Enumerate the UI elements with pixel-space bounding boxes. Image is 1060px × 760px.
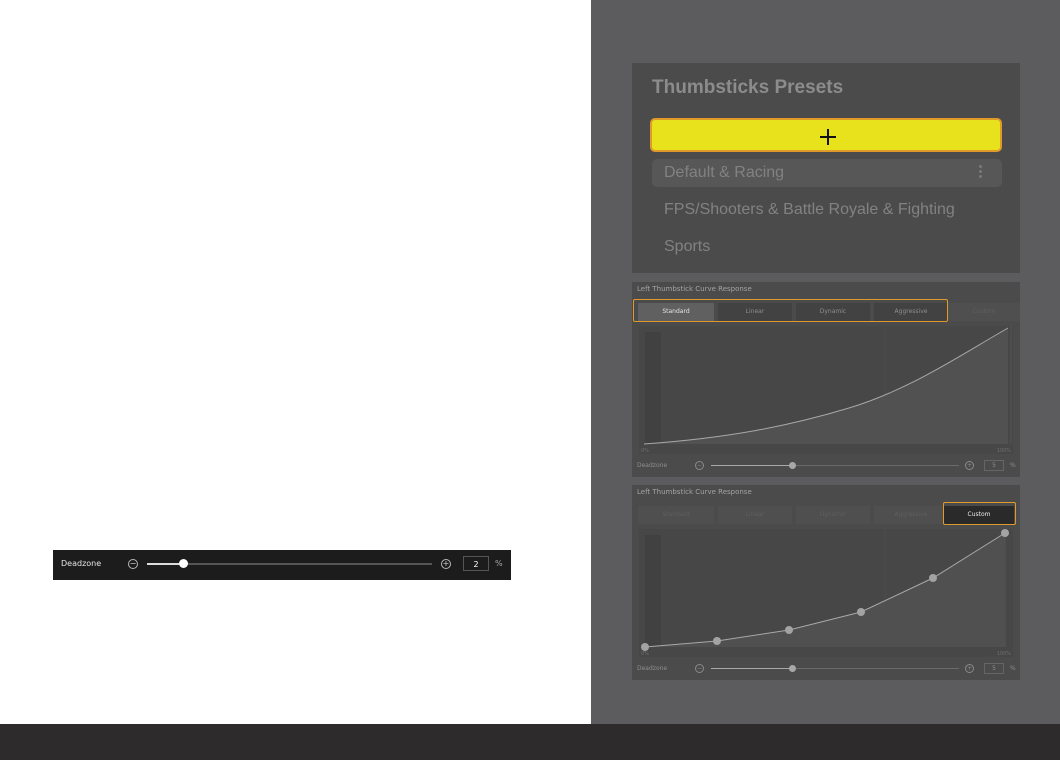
footer-bar xyxy=(0,724,1060,760)
deadzone-label: Deadzone xyxy=(637,462,668,469)
curve-title: Left Thumbstick Curve Response xyxy=(637,285,752,293)
curve-title: Left Thumbstick Curve Response xyxy=(637,488,752,496)
deadzone-slider-handle[interactable] xyxy=(788,462,796,469)
more-options-icon[interactable] xyxy=(979,165,982,180)
deadzone-slider[interactable] xyxy=(711,462,959,469)
minus-circle-icon[interactable]: − xyxy=(695,461,704,470)
preset-label: Default & Racing xyxy=(664,164,785,181)
curve-response-card-standard: Left Thumbstick Curve Response Standard … xyxy=(632,282,1020,477)
curve-control-point xyxy=(1001,529,1009,537)
curve-response-card-custom: Left Thumbstick Curve Response Standard … xyxy=(632,485,1020,680)
deadzone-unit: % xyxy=(1010,665,1016,672)
deadzone-slider-handle[interactable] xyxy=(788,665,796,672)
curve-control-point xyxy=(785,626,793,634)
preset-item-default-racing[interactable]: Default & Racing xyxy=(652,159,1002,187)
preset-label: FPS/Shooters & Battle Royale & Fighting xyxy=(664,201,955,218)
deadzone-row: Deadzone − + 5 % xyxy=(632,457,1020,473)
deadzone-value-input[interactable]: 2 xyxy=(463,556,489,571)
curve-control-point xyxy=(641,643,649,651)
minus-circle-icon[interactable]: − xyxy=(128,559,138,569)
tab-custom[interactable]: Custom xyxy=(944,506,1014,524)
tab-linear[interactable]: Linear xyxy=(718,303,792,321)
tab-standard[interactable]: Standard xyxy=(638,303,714,321)
tab-custom[interactable]: Custom xyxy=(948,303,1020,321)
x-min-label: 0% xyxy=(641,651,649,657)
deadzone-label: Deadzone xyxy=(61,559,102,568)
deadzone-unit: % xyxy=(1010,462,1016,469)
curve-preset-tabs: Standard Linear Dynamic Aggressive Custo… xyxy=(638,506,1015,524)
deadzone-unit: % xyxy=(495,559,503,568)
deadzone-slider-fill xyxy=(711,668,793,669)
deadzone-slider[interactable] xyxy=(711,665,959,672)
plus-circle-icon[interactable]: + xyxy=(965,664,974,673)
tab-standard[interactable]: Standard xyxy=(638,506,714,524)
plus-circle-icon[interactable]: + xyxy=(965,461,974,470)
deadzone-slider-fill xyxy=(711,465,793,466)
deadzone-label: Deadzone xyxy=(637,665,668,672)
deadzone-value-input[interactable]: 5 xyxy=(984,460,1004,471)
deadzone-row: Deadzone − + 5 % xyxy=(632,660,1020,676)
curve-plot[interactable]: 0% 100% xyxy=(639,326,1013,454)
x-max-label: 100% xyxy=(997,651,1012,657)
tab-aggressive[interactable]: Aggressive xyxy=(874,303,948,321)
deadzone-slider[interactable] xyxy=(147,559,432,568)
curve-preset-tabs: Standard Linear Dynamic Aggressive Custo… xyxy=(638,303,1020,321)
deadzone-slider-widget: Deadzone − + 2 % xyxy=(53,550,511,580)
curve-control-point xyxy=(857,608,865,616)
curve-control-point xyxy=(713,637,721,645)
presets-title: Thumbsticks Presets xyxy=(652,77,844,98)
curve-plot[interactable]: 0% 100% xyxy=(639,529,1013,657)
tab-dynamic[interactable]: Dynamic xyxy=(796,303,870,321)
add-preset-button[interactable] xyxy=(650,118,1002,152)
x-max-label: 100% xyxy=(997,448,1012,454)
tab-dynamic[interactable]: Dynamic xyxy=(796,506,870,524)
preset-item-sports[interactable]: Sports xyxy=(652,233,1002,261)
tab-aggressive[interactable]: Aggressive xyxy=(874,506,948,524)
preset-item-fps-shooters[interactable]: FPS/Shooters & Battle Royale & Fighting xyxy=(652,196,1002,224)
curve-control-point xyxy=(929,574,937,582)
thumbsticks-presets-card: Thumbsticks Presets Default & Racing FPS… xyxy=(632,63,1020,273)
deadzone-value-input[interactable]: 5 xyxy=(984,663,1004,674)
plus-circle-icon[interactable]: + xyxy=(441,559,451,569)
deadzone-slider-handle[interactable] xyxy=(179,559,189,568)
tab-linear[interactable]: Linear xyxy=(718,506,792,524)
preset-label: Sports xyxy=(664,238,711,255)
x-min-label: 0% xyxy=(641,448,649,454)
minus-circle-icon[interactable]: − xyxy=(695,664,704,673)
settings-panel: Thumbsticks Presets Default & Racing FPS… xyxy=(591,0,1060,724)
